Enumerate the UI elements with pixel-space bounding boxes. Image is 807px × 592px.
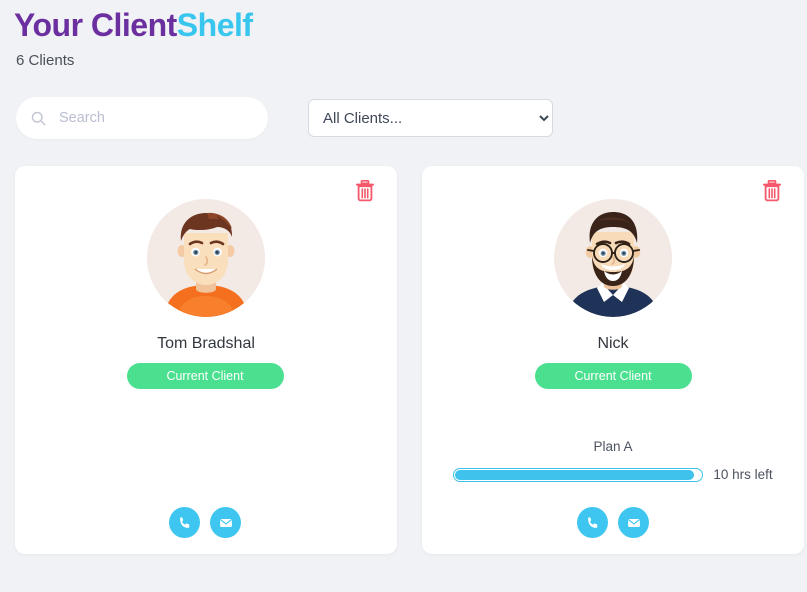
search-icon xyxy=(30,110,47,127)
client-count: 6 Clients xyxy=(16,52,75,70)
plan-progress-bar xyxy=(453,467,704,482)
client-card[interactable]: Tom Bradshal Current Client xyxy=(14,166,397,555)
call-button[interactable] xyxy=(577,507,608,539)
controls-bar: All Clients... xyxy=(16,97,807,140)
client-name: Tom Bradshal xyxy=(157,335,255,353)
card-actions xyxy=(422,507,804,539)
card-actions xyxy=(14,507,396,539)
client-filter-select[interactable]: All Clients... xyxy=(308,99,553,138)
avatar-illustration-male-orange xyxy=(147,199,265,318)
envelope-icon xyxy=(626,515,642,531)
search-input[interactable] xyxy=(59,110,254,127)
delete-client-button[interactable] xyxy=(355,180,375,202)
search-box[interactable] xyxy=(16,97,268,140)
delete-client-button[interactable] xyxy=(762,180,782,202)
status-badge: Current Client xyxy=(126,363,284,390)
page-title: Your ClientShelf xyxy=(14,4,807,47)
email-button[interactable] xyxy=(210,507,241,539)
status-badge-row: Current Client xyxy=(15,363,397,390)
plan-label: Plan A xyxy=(593,439,633,455)
avatar xyxy=(147,199,265,318)
client-card-list: Tom Bradshal Current Client Nick Current… xyxy=(14,166,807,555)
avatar xyxy=(554,199,672,318)
plan-progress-text: 10 hrs left xyxy=(713,467,773,483)
avatar-illustration-male-glasses-beard xyxy=(554,199,672,318)
plan-progress-fill xyxy=(455,469,694,480)
phone-icon xyxy=(585,515,601,531)
page-title-accent: Shelf xyxy=(176,7,253,43)
status-badge-row: Current Client xyxy=(422,363,804,390)
envelope-icon xyxy=(218,515,234,531)
client-card[interactable]: Nick Current Client Plan A 10 hrs left xyxy=(422,166,804,555)
trash-icon xyxy=(762,180,782,205)
phone-icon xyxy=(177,515,193,531)
page-title-primary: Your Client xyxy=(14,7,177,43)
plan-progress-row: 10 hrs left xyxy=(422,467,804,482)
call-button[interactable] xyxy=(169,507,200,539)
page-header: Your ClientShelf 6 Clients xyxy=(0,0,807,69)
status-badge: Current Client xyxy=(534,363,692,390)
trash-icon xyxy=(355,180,375,205)
email-button[interactable] xyxy=(618,507,649,539)
client-name: Nick xyxy=(597,335,629,353)
